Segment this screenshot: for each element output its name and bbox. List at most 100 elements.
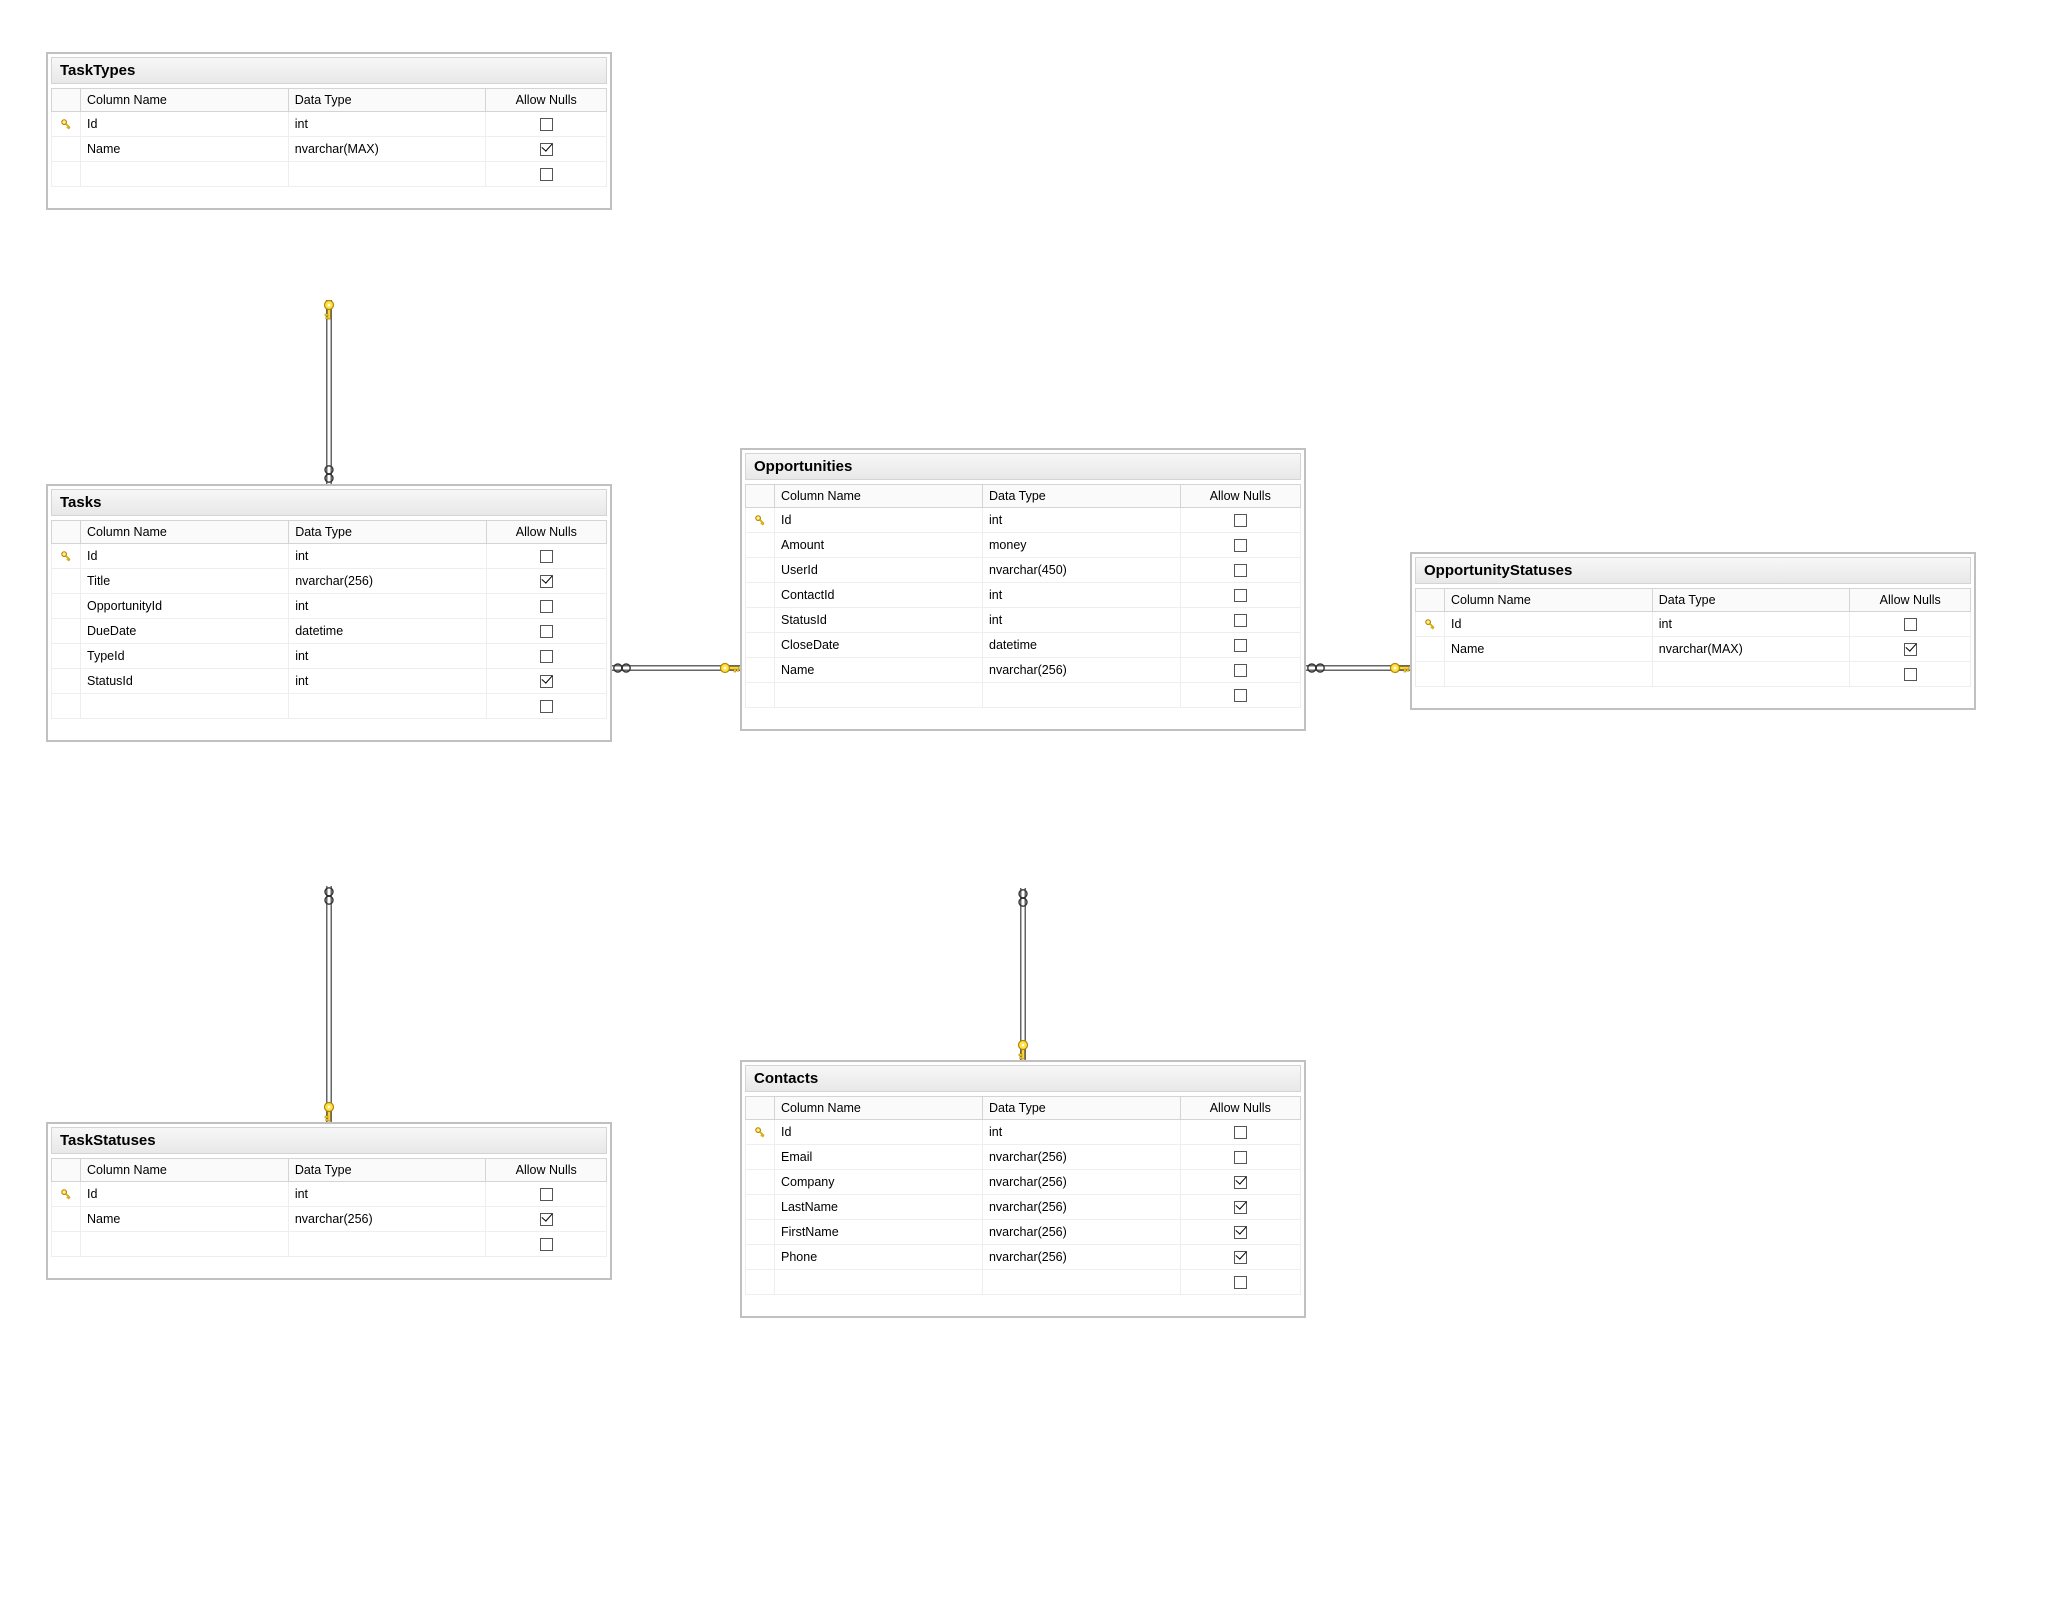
column-row[interactable]: Companynvarchar(256) [746,1170,1301,1195]
header-data-type: Data Type [1652,589,1850,612]
allow-nulls-cell[interactable] [486,669,606,694]
checkbox-icon[interactable] [1234,1276,1247,1289]
header-data-type: Data Type [983,485,1181,508]
checkbox-icon[interactable] [1234,614,1247,627]
checkbox-icon[interactable] [540,118,553,131]
allow-nulls-cell[interactable] [1180,658,1300,683]
checkbox-icon[interactable] [1904,618,1917,631]
allow-nulls-cell[interactable] [486,1207,607,1232]
entity-task-types[interactable]: TaskTypesColumn NameData TypeAllow Nulls… [46,52,612,210]
entity-contacts[interactable]: ContactsColumn NameData TypeAllow NullsI… [740,1060,1306,1318]
relationship-tasktypes-tasks[interactable] [325,300,334,484]
column-row[interactable]: Idint [746,1120,1301,1145]
column-row[interactable]: UserIdnvarchar(450) [746,558,1301,583]
allow-nulls-cell[interactable] [1180,1120,1300,1145]
column-row[interactable]: Idint [52,112,607,137]
empty-row[interactable] [746,1270,1301,1295]
checkbox-icon[interactable] [1234,1151,1247,1164]
entity-opportunity-statuses[interactable]: OpportunityStatusesColumn NameData TypeA… [1410,552,1976,710]
allow-nulls-cell[interactable] [486,619,606,644]
checkbox-icon[interactable] [1234,1176,1247,1189]
allow-nulls-cell[interactable] [486,544,606,569]
allow-nulls-cell[interactable] [486,112,607,137]
checkbox-icon[interactable] [1234,514,1247,527]
column-row[interactable]: StatusIdint [746,608,1301,633]
entity-opportunities[interactable]: OpportunitiesColumn NameData TypeAllow N… [740,448,1306,731]
checkbox-icon[interactable] [540,1238,553,1251]
empty-row[interactable] [746,683,1301,708]
column-row[interactable]: Namenvarchar(MAX) [1416,637,1971,662]
checkbox-icon[interactable] [540,1188,553,1201]
allow-nulls-cell[interactable] [486,1182,607,1207]
empty-row[interactable] [52,162,607,187]
checkbox-icon[interactable] [1234,539,1247,552]
empty-row[interactable] [52,694,607,719]
entity-task-statuses[interactable]: TaskStatusesColumn NameData TypeAllow Nu… [46,1122,612,1280]
column-row[interactable]: Idint [52,1182,607,1207]
relationship-tasks-opportunities[interactable] [612,664,740,673]
allow-nulls-cell[interactable] [486,569,606,594]
checkbox-icon[interactable] [540,143,553,156]
column-row[interactable]: Amountmoney [746,533,1301,558]
relationship-tasks-taskstatuses[interactable] [325,886,334,1122]
column-row[interactable]: Idint [1416,612,1971,637]
column-row[interactable]: LastNamenvarchar(256) [746,1195,1301,1220]
allow-nulls-cell[interactable] [1180,608,1300,633]
checkbox-icon[interactable] [540,625,553,638]
checkbox-icon[interactable] [540,675,553,688]
column-row[interactable]: Idint [746,508,1301,533]
checkbox-icon[interactable] [540,168,553,181]
allow-nulls-cell[interactable] [1180,508,1300,533]
allow-nulls-cell[interactable] [1180,533,1300,558]
checkbox-icon[interactable] [1234,1126,1247,1139]
allow-nulls-cell[interactable] [1180,1245,1300,1270]
column-row[interactable]: OpportunityIdint [52,594,607,619]
allow-nulls-cell[interactable] [486,137,607,162]
allow-nulls-cell[interactable] [1180,1195,1300,1220]
column-row[interactable]: CloseDatedatetime [746,633,1301,658]
checkbox-icon[interactable] [1234,689,1247,702]
column-row[interactable]: Namenvarchar(256) [52,1207,607,1232]
checkbox-icon[interactable] [540,700,553,713]
checkbox-icon[interactable] [1904,668,1917,681]
checkbox-icon[interactable] [1234,1201,1247,1214]
column-row[interactable]: DueDatedatetime [52,619,607,644]
checkbox-icon[interactable] [1234,589,1247,602]
column-row[interactable]: Namenvarchar(256) [746,658,1301,683]
allow-nulls-cell[interactable] [486,644,606,669]
allow-nulls-cell[interactable] [1180,1220,1300,1245]
checkbox-icon[interactable] [540,650,553,663]
checkbox-icon[interactable] [1904,643,1917,656]
column-row[interactable]: Idint [52,544,607,569]
empty-row[interactable] [52,1232,607,1257]
checkbox-icon[interactable] [1234,1226,1247,1239]
column-row[interactable]: FirstNamenvarchar(256) [746,1220,1301,1245]
column-row[interactable]: Phonenvarchar(256) [746,1245,1301,1270]
checkbox-icon[interactable] [540,1213,553,1226]
column-row[interactable]: StatusIdint [52,669,607,694]
checkbox-icon[interactable] [1234,639,1247,652]
checkbox-icon[interactable] [1234,564,1247,577]
checkbox-icon[interactable] [540,575,553,588]
checkbox-icon[interactable] [540,550,553,563]
empty-row[interactable] [1416,662,1971,687]
relationship-opportunities-contacts[interactable] [1019,888,1028,1060]
allow-nulls-cell[interactable] [1180,1170,1300,1195]
column-row[interactable]: Emailnvarchar(256) [746,1145,1301,1170]
checkbox-icon[interactable] [1234,664,1247,677]
allow-nulls-cell[interactable] [1850,612,1971,637]
allow-nulls-cell[interactable] [1180,633,1300,658]
column-row[interactable]: Namenvarchar(MAX) [52,137,607,162]
allow-nulls-cell[interactable] [1850,637,1971,662]
allow-nulls-cell[interactable] [1180,1145,1300,1170]
column-row[interactable]: Titlenvarchar(256) [52,569,607,594]
checkbox-icon[interactable] [540,600,553,613]
entity-tasks[interactable]: TasksColumn NameData TypeAllow NullsIdin… [46,484,612,742]
allow-nulls-cell[interactable] [1180,558,1300,583]
allow-nulls-cell[interactable] [486,594,606,619]
column-row[interactable]: ContactIdint [746,583,1301,608]
column-row[interactable]: TypeIdint [52,644,607,669]
allow-nulls-cell[interactable] [1180,583,1300,608]
relationship-opportunities-opportunitystatuses[interactable] [1306,664,1410,673]
checkbox-icon[interactable] [1234,1251,1247,1264]
